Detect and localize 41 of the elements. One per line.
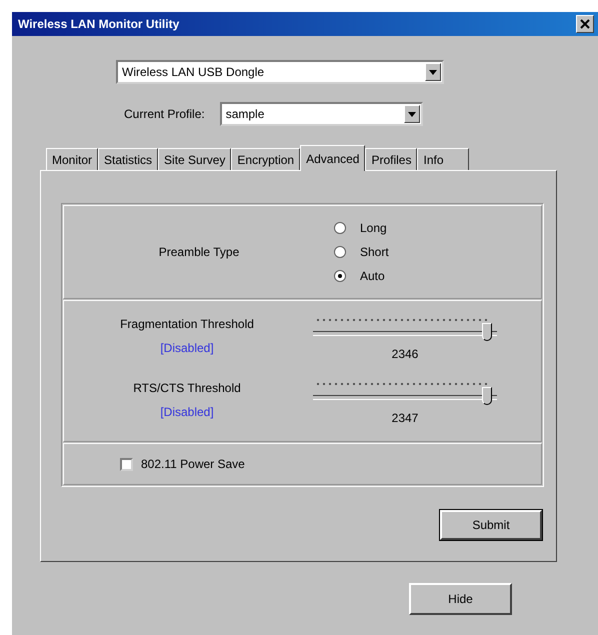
status-text: [Disabled] — [160, 341, 214, 355]
radio-button[interactable] — [334, 222, 346, 234]
preamble-label: Preamble Type — [158, 245, 240, 259]
radio-button[interactable] — [334, 246, 346, 258]
dropdown-button[interactable] — [425, 63, 441, 81]
profile-dropdown[interactable]: sample — [220, 102, 423, 126]
tab[interactable]: Profiles — [365, 148, 418, 170]
checkbox[interactable] — [120, 458, 133, 470]
tab[interactable]: Statistics — [98, 148, 158, 170]
radio-label: Long — [360, 221, 387, 235]
threshold-slider[interactable] — [313, 317, 497, 341]
tab[interactable]: Info — [417, 148, 468, 170]
threshold-value: 2347 — [392, 411, 418, 425]
close-icon — [580, 19, 590, 29]
slider-thumb[interactable] — [482, 387, 492, 405]
profile-label: Current Profile: — [124, 107, 205, 121]
tab[interactable]: Monitor — [46, 148, 98, 170]
radio-option[interactable]: Auto — [334, 269, 389, 283]
slider-thumb[interactable] — [482, 323, 492, 341]
radio-label: Auto — [360, 269, 385, 283]
status-text: [Disabled] — [160, 405, 214, 419]
close-button[interactable] — [576, 15, 594, 33]
device-dropdown[interactable]: Wireless LAN USB Dongle — [116, 60, 444, 84]
threshold-slider[interactable] — [313, 381, 497, 405]
hide-button[interactable]: Hide — [409, 583, 512, 615]
window-title: Wireless LAN Monitor Utility — [18, 17, 180, 31]
submit-button[interactable]: Submit — [440, 510, 542, 540]
radio-option[interactable]: Long — [334, 221, 389, 235]
caret-icon — [429, 70, 437, 74]
radio-option[interactable]: Short — [334, 245, 389, 259]
checkbox-label: 802.11 Power Save — [141, 457, 245, 471]
threshold-label: RTS/CTS Threshold — [133, 381, 241, 395]
threshold-label: Fragmentation Threshold — [120, 317, 254, 331]
radio-label: Short — [360, 245, 389, 259]
threshold-value: 2346 — [392, 347, 418, 361]
caret-icon — [408, 112, 416, 116]
tab[interactable]: Advanced — [300, 145, 366, 171]
tab[interactable]: Encryption — [231, 148, 300, 170]
dropdown-button[interactable] — [404, 105, 420, 123]
radio-button[interactable] — [334, 270, 346, 282]
tab[interactable]: Site Survey — [158, 148, 232, 170]
